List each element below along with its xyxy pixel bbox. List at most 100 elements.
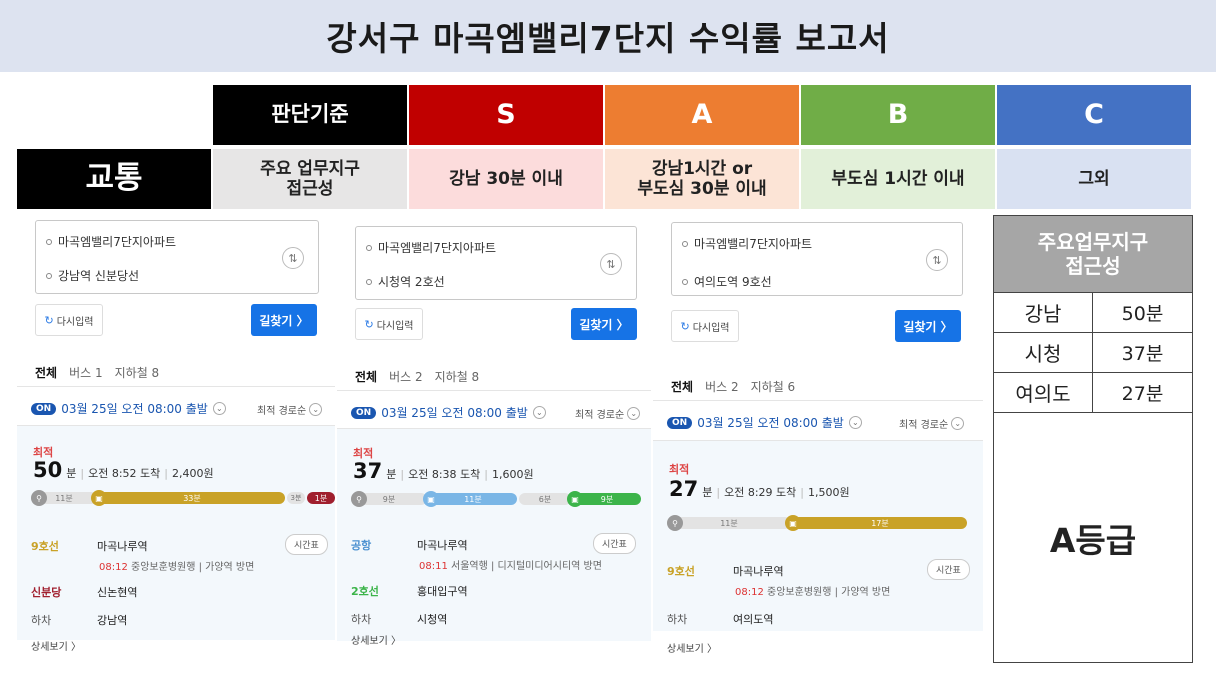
train-direction: 서울역행 | 디지털미디어시티역 방면 (451, 561, 602, 572)
separator: | (716, 486, 721, 499)
on-badge: ON (667, 416, 693, 429)
origin-text: 마곡엠밸리7단지아파트 (694, 237, 813, 251)
tab-all[interactable]: 전체 (671, 378, 693, 395)
grade-s-criteria: 강남 30분 이내 (409, 149, 603, 209)
walk-icon: ⚲ (31, 490, 47, 506)
origin-field[interactable]: 마곡엠밸리7단지아파트 (682, 235, 812, 252)
refresh-icon: ↻ (44, 313, 54, 327)
summary-header: 주요업무지구 접근성 (994, 216, 1192, 292)
departure-text: 03월 25일 오전 08:00 출발 (697, 416, 844, 430)
destination-text: 강남역 신분당선 (58, 269, 140, 283)
departure-selector[interactable]: ON 03월 25일 오전 08:00 출발 ⌄ (351, 404, 546, 421)
origin-text: 마곡엠밸리7단지아파트 (58, 235, 177, 249)
chevron-down-icon: ⌄ (951, 417, 965, 430)
route-summary: 37 분 | 오전 8:38 도착 | 1,600원 (353, 459, 534, 483)
summary-place: 여의도 (994, 373, 1093, 412)
sort-selector[interactable]: 최적 경로순 ⌄ (575, 406, 641, 421)
route-result[interactable]: 최적 37 분 | 오전 8:38 도착 | 1,600원 9분 11분 6분 9분 ⚲ … (337, 429, 651, 641)
origin-dot-icon (366, 244, 372, 251)
train-time: 08:12 (735, 587, 764, 598)
destination-field[interactable]: 강남역 신분당선 (46, 267, 139, 284)
summary-time: 50분 (1121, 303, 1164, 325)
swap-icon[interactable]: ⇅ (926, 249, 948, 271)
step-alight: 하차 여의도역 (667, 611, 773, 627)
tab-divider (337, 390, 651, 391)
reset-label: 다시입력 (692, 322, 730, 334)
route-search-box[interactable]: 마곡엠밸리7단지아파트 강남역 신분당선 ⇅ (35, 220, 319, 294)
departure-selector[interactable]: ON 03월 25일 오전 08:00 출발 ⌄ (667, 414, 862, 431)
separator: | (800, 486, 804, 499)
swap-icon[interactable]: ⇅ (282, 247, 304, 269)
origin-field[interactable]: 마곡엠밸리7단지아파트 (46, 233, 176, 250)
route-bar: 11분 17분 ⚲ ▣ (667, 515, 967, 531)
grade-s-header: S (409, 85, 603, 145)
swap-icon[interactable]: ⇅ (600, 253, 622, 275)
tab-bus[interactable]: 버스 2 (705, 378, 739, 395)
walk-segment: 11분 (667, 517, 791, 529)
summary-row: 강남 50분 (994, 292, 1192, 332)
tab-bus[interactable]: 버스 1 (69, 364, 103, 381)
departure-selector[interactable]: ON 03월 25일 오전 08:00 출발 ⌄ (31, 400, 226, 417)
summary-place: 시청 (994, 333, 1093, 372)
tab-subway[interactable]: 지하철 8 (115, 364, 160, 381)
refresh-icon: ↻ (680, 319, 690, 333)
origin-text: 마곡엠밸리7단지아파트 (378, 241, 497, 255)
step-board: 9호선 마곡나루역 (667, 563, 784, 579)
timetable-button[interactable]: 시간표 (285, 534, 328, 555)
grade-b-criteria: 부도심 1시간 이내 (801, 149, 995, 209)
timetable-button[interactable]: 시간표 (927, 559, 970, 580)
tab-subway[interactable]: 지하철 6 (751, 378, 796, 395)
destination-field[interactable]: 여의도역 9호선 (682, 273, 772, 290)
tab-bus[interactable]: 버스 2 (389, 368, 423, 385)
travel-minutes: 50 (33, 458, 63, 482)
fare: 2,400원 (171, 467, 214, 480)
route-result[interactable]: 최적 50 분 | 오전 8:52 도착 | 2,400원 11분 33분 3분 1분 ⚲… (17, 426, 335, 640)
destination-dot-icon (682, 278, 688, 285)
summary-row: 여의도 27분 (994, 372, 1192, 412)
tab-subway[interactable]: 지하철 8 (435, 368, 480, 385)
destination-text: 시청역 2호선 (378, 275, 445, 289)
chevron-down-icon: ⌄ (309, 403, 323, 416)
reset-button[interactable]: ↻ 다시입력 (35, 304, 103, 336)
train-time: 08:12 (99, 562, 128, 573)
on-badge: ON (351, 406, 377, 419)
destination-field[interactable]: 시청역 2호선 (366, 273, 445, 290)
route-result[interactable]: 최적 27 분 | 오전 8:29 도착 | 1,500원 11분 17분 ⚲ ▣ 9호선… (653, 441, 983, 631)
grade-result: A등급 (994, 412, 1192, 662)
summary-table: 주요업무지구 접근성 강남 50분 시청 37분 여의도 27분 A등급 (993, 215, 1193, 663)
summary-row: 시청 37분 (994, 332, 1192, 372)
step-detail: 08:11 서울역행 | 디지털미디어시티역 방면 (419, 557, 602, 572)
details-link[interactable]: 상세보기 〉 (31, 638, 81, 653)
departure-text: 03월 25일 오전 08:00 출발 (61, 402, 208, 416)
timetable-button[interactable]: 시간표 (593, 533, 636, 554)
category-name: 교통 (17, 149, 211, 209)
tab-all[interactable]: 전체 (355, 368, 377, 385)
route-search-box[interactable]: 마곡엠밸리7단지아파트 여의도역 9호선 ⇅ (671, 222, 963, 296)
find-route-button[interactable]: 길찾기 〉 (895, 310, 961, 342)
minutes-unit: 분 (702, 486, 713, 499)
details-link[interactable]: 상세보기 〉 (667, 640, 717, 655)
minutes-unit: 분 (66, 467, 77, 480)
details-link[interactable]: 상세보기 〉 (351, 632, 401, 647)
find-route-button[interactable]: 길찾기 〉 (251, 304, 317, 336)
route-panel-cityhall: 마곡엠밸리7단지아파트 시청역 2호선 ⇅ ↻ 다시입력 길찾기 〉 전체 버스 … (337, 214, 651, 647)
best-label: 최적 (669, 463, 690, 476)
grade-c-header: C (997, 85, 1191, 145)
reset-button[interactable]: ↻ 다시입력 (671, 310, 739, 342)
find-route-button[interactable]: 길찾기 〉 (571, 308, 637, 340)
travel-minutes: 27 (669, 477, 699, 501)
line2-segment: 9분 (573, 493, 641, 505)
title-bar: 강서구 마곡엠밸리7단지 수익률 보고서 (0, 0, 1216, 72)
sort-selector[interactable]: 최적 경로순 ⌄ (257, 402, 323, 417)
route-panel-yeouido: 마곡엠밸리7단지아파트 여의도역 9호선 ⇅ ↻ 다시입력 길찾기 〉 전체 버스… (653, 214, 983, 662)
route-search-box[interactable]: 마곡엠밸리7단지아파트 시청역 2호선 ⇅ (355, 226, 637, 300)
line9-segment: 17분 (793, 517, 967, 529)
origin-field[interactable]: 마곡엠밸리7단지아파트 (366, 239, 496, 256)
reset-button[interactable]: ↻ 다시입력 (355, 308, 423, 340)
walk-icon: ⚲ (667, 515, 683, 531)
line-label: 하차 (667, 613, 688, 626)
sort-selector[interactable]: 최적 경로순 ⌄ (899, 416, 965, 431)
station-label: 마곡나루역 (97, 540, 148, 553)
line-label: 공항 (351, 539, 372, 552)
tab-all[interactable]: 전체 (35, 364, 57, 381)
